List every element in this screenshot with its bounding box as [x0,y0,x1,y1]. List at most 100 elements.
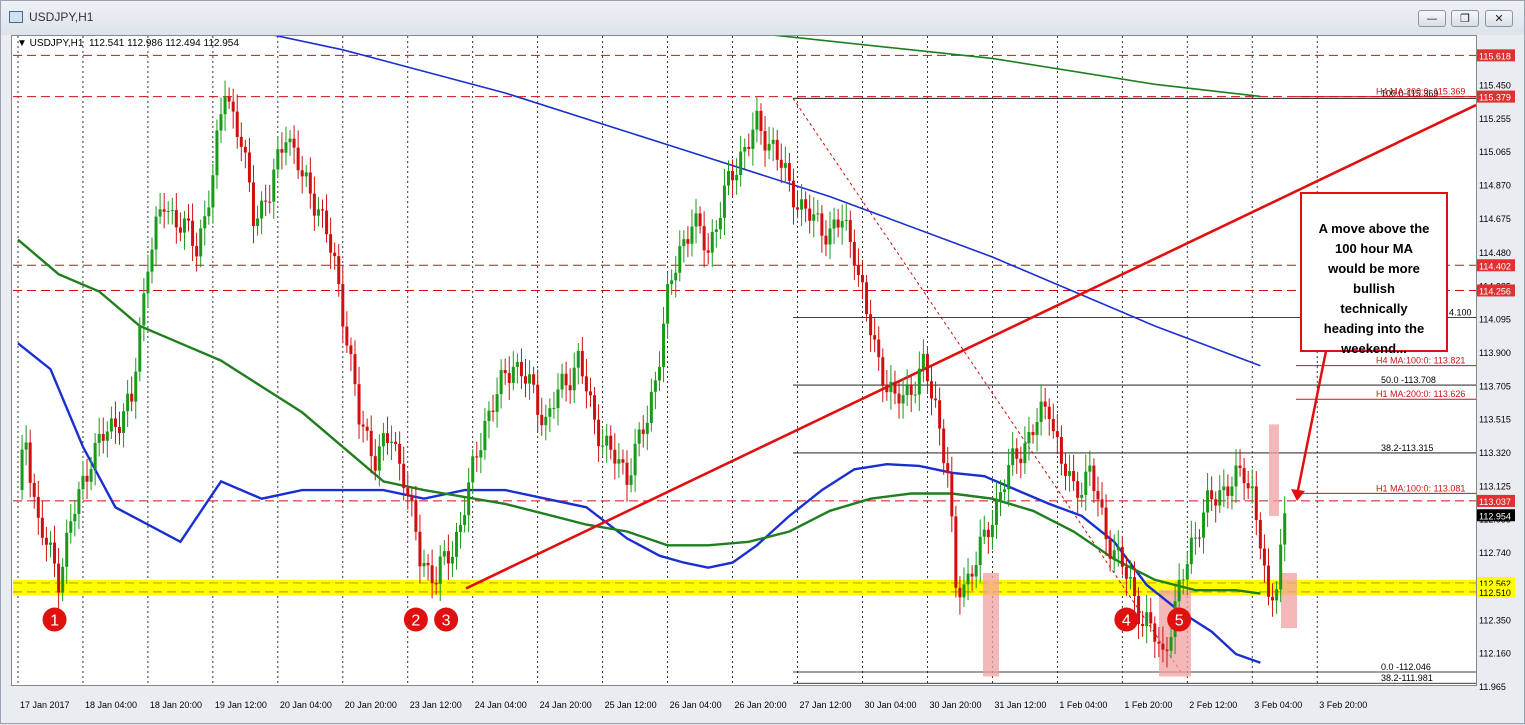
highlight-box [983,572,999,677]
candle-body [865,282,869,315]
candle-body [1254,486,1258,520]
candle-body [1222,486,1226,491]
candle-body [1047,406,1051,420]
candle-body [20,449,24,491]
y-tick-label: 115.065 [1479,147,1511,157]
candle-body [860,274,864,283]
moving-average-line [17,342,1261,664]
candle-body [1068,471,1072,476]
y-tick-label: 112.350 [1479,616,1511,626]
ma-label: H1 MA:200:0: 113.626 [1376,389,1465,399]
candle-body [296,147,300,171]
candle-body [1100,499,1104,508]
candle-body [146,271,150,294]
candle-body [1165,649,1169,651]
candle-body [653,380,657,392]
candle-body [260,200,264,219]
y-tick-label: 112.740 [1479,548,1511,558]
candle-body [475,456,479,458]
candle-body [536,384,540,415]
candle-body [191,220,195,246]
candle-body [227,96,231,102]
y-tick-label: 113.515 [1479,414,1511,424]
candle-body [759,110,763,132]
candle-body [544,416,548,426]
x-tick-label: 30 Jan 04:00 [864,700,916,710]
y-tick-label: 114.095 [1479,314,1511,324]
x-tick-label: 1 Feb 04:00 [1059,700,1107,710]
candle-body [77,489,81,514]
highlight-box [1269,424,1279,516]
candle-body [775,139,779,160]
candle-body [889,381,893,393]
candle-body [1177,579,1181,602]
candle-body [1218,490,1222,506]
candle-body [101,433,105,441]
candle-body [556,389,560,409]
candle-body [442,551,446,557]
candle-body [430,565,434,584]
candle-body [1149,612,1153,624]
candle-body [239,136,243,147]
candle-body [787,163,791,181]
candle-body [783,163,787,168]
candle-body [755,110,759,130]
candle-body [467,482,471,516]
candle-body [832,219,836,229]
candle-body [1283,513,1287,545]
y-tick-label: 113.900 [1479,348,1511,358]
level-price-label: 115.618 [1479,51,1511,61]
candle-body [1072,471,1076,482]
x-tick-label: 3 Feb 04:00 [1254,700,1302,710]
candle-body [231,101,235,112]
candle-body [454,531,458,557]
pivot-marker-label: 5 [1175,613,1184,630]
candle-body [398,443,402,464]
candle-body [1055,431,1059,438]
candle-body [609,435,613,450]
candle-body [142,293,146,326]
candle-body [422,562,426,567]
candle-body [182,218,186,233]
candle-body [763,131,767,151]
candle-body [499,370,503,395]
candle-body [1108,539,1112,559]
level-price-label: 115.379 [1479,93,1511,103]
candle-body [990,525,994,538]
candle-body [812,214,816,221]
x-tick-label: 25 Jan 12:00 [605,700,657,710]
candle-body [767,143,771,151]
candle-body [564,373,568,386]
candle-body [1193,537,1197,539]
annotation-text-line: A move above the [1319,221,1430,236]
candle-body [264,200,268,202]
candle-body [617,459,621,464]
candle-body [1043,401,1047,407]
candle-body [1185,564,1189,580]
candle-body [1279,544,1283,590]
level-price-label: 114.402 [1479,261,1511,271]
x-tick-label: 26 Jan 04:00 [670,700,722,710]
candle-body [986,529,990,538]
candle-body [247,152,251,183]
candle-body [840,221,844,228]
candle-body [982,529,986,537]
candle-body [1250,486,1254,489]
candle-body [459,524,463,532]
candle-body [1084,471,1088,495]
candle-body [1153,623,1157,642]
candle-body [1027,432,1031,444]
candle-body [1019,458,1023,464]
candle-body [954,516,958,588]
candle-body [1145,612,1149,627]
candle-body [48,542,52,545]
fib-label: 38.2-111.981 [1381,673,1433,683]
ma-label: H1 MA:100:0: 113.081 [1376,483,1465,493]
candle-body [743,146,747,152]
candle-body [694,213,698,227]
candle-body [304,172,308,177]
candle-body [381,433,385,447]
candle-body [268,201,272,203]
candle-body [917,368,921,395]
candle-body [316,209,320,216]
